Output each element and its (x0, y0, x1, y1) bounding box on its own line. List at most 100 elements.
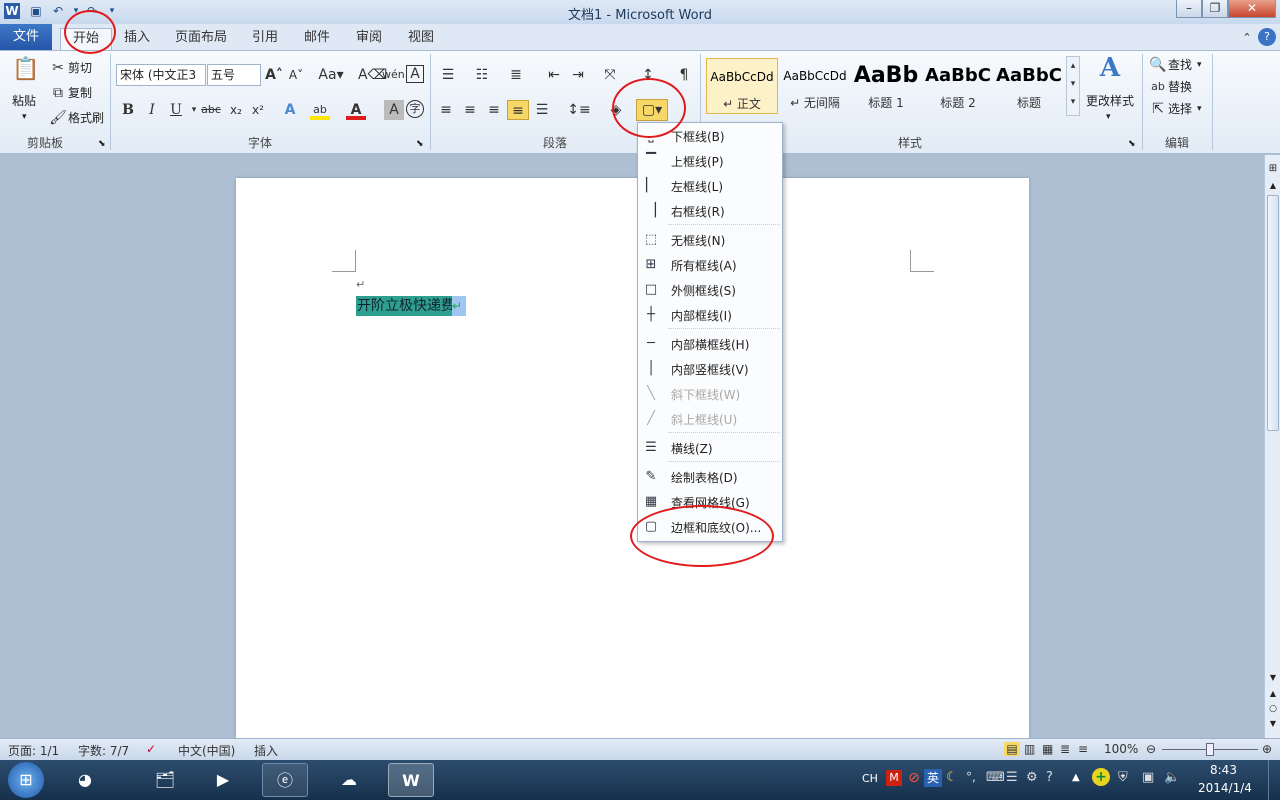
outline-icon[interactable]: ≣ (1060, 742, 1070, 756)
style-no-spacing[interactable]: AaBbCcDd ↵ 无间隔 (780, 58, 850, 114)
minimize-button[interactable]: – (1176, 0, 1202, 18)
half-width-icon[interactable]: ☾ (946, 770, 958, 785)
show-hidden-icons[interactable]: ▲ (1072, 772, 1080, 783)
align-left-icon[interactable]: ≡ (436, 100, 456, 120)
selected-text[interactable]: 开阶立极快递费 (356, 296, 456, 316)
ime-mode[interactable]: 英 (924, 769, 942, 787)
soft-keyboard-icon[interactable]: ⌨ (986, 770, 1005, 785)
menu-item-draw-table[interactable]: ✎ 绘制表格(D) (638, 465, 782, 489)
menu-item-horizontal-line[interactable]: ☰ 横线(Z) (638, 436, 782, 460)
grow-font-icon[interactable]: A˄ (264, 65, 284, 85)
text-effects-icon[interactable]: A (280, 100, 300, 120)
paste-icon[interactable]: 📋 (12, 59, 39, 90)
bullets-icon[interactable]: ☰ (438, 65, 458, 85)
tab-references[interactable]: 引用 (246, 28, 284, 50)
menu-item-inside-horizontal[interactable]: ─ 内部横框线(H) (638, 332, 782, 356)
style-heading-2[interactable]: AaBbC 标题 2 (924, 58, 992, 114)
start-button[interactable]: ⊞ (8, 762, 44, 798)
browse-object-icon[interactable]: ○ (1267, 704, 1279, 716)
style-title[interactable]: AaBbC 标题 (996, 58, 1062, 114)
file-explorer-icon[interactable]: 🗂 (142, 763, 188, 797)
ime-settings-icon[interactable]: ⚙ (1026, 770, 1038, 785)
help-icon[interactable]: ? (1258, 28, 1276, 46)
scroll-up-icon[interactable]: ▲ (1267, 181, 1279, 193)
close-button[interactable]: ✕ (1228, 0, 1276, 18)
cut-button[interactable]: 剪切 (68, 59, 92, 77)
lang-bar-ch[interactable]: CH (862, 772, 878, 785)
clear-formatting-icon[interactable]: A⌫ (358, 65, 387, 85)
shrink-font-icon[interactable]: A˅ (286, 65, 306, 85)
tab-mailings[interactable]: 邮件 (298, 28, 336, 50)
zoom-in-icon[interactable]: ⊕ (1262, 742, 1272, 756)
minimize-ribbon-icon[interactable]: ⌃ (1240, 28, 1254, 50)
ime-tools-icon[interactable]: ☰ (1006, 770, 1018, 785)
tab-view[interactable]: 视图 (402, 28, 440, 50)
replace-button[interactable]: 替换 (1168, 78, 1192, 96)
subscript-icon[interactable]: x₂ (226, 100, 246, 120)
reading-layout-icon[interactable]: ▥ (1024, 742, 1035, 756)
network-icon[interactable]: ▣ (1142, 770, 1154, 785)
color-app-icon[interactable]: ◕ (62, 763, 108, 797)
distributed-icon[interactable]: ☰ (532, 100, 552, 120)
align-center-icon[interactable]: ≡ (460, 100, 480, 120)
next-page-icon[interactable]: ▼ (1267, 719, 1279, 731)
menu-item-inside-borders[interactable]: ┼ 内部框线(I) (638, 303, 782, 327)
ime-help-icon[interactable]: ? (1046, 770, 1053, 785)
character-shading-icon[interactable]: A (384, 100, 404, 120)
cloud-app-icon[interactable]: ☁ (326, 763, 372, 797)
media-player-icon[interactable]: ▶ (200, 763, 246, 797)
language-indicator[interactable]: 中文(中国) (178, 742, 235, 759)
punctuation-icon[interactable]: °, (966, 770, 976, 784)
scroll-thumb[interactable] (1267, 195, 1279, 431)
style-normal[interactable]: AaBbCcDd ↵ 正文 (706, 58, 778, 114)
line-spacing-icon[interactable]: ↕≡ (566, 100, 592, 120)
increase-indent-icon[interactable]: ⇥ (568, 65, 588, 85)
italic-icon[interactable]: I (142, 100, 162, 120)
find-dropdown-icon[interactable]: ▾ (1197, 56, 1202, 74)
insert-mode[interactable]: 插入 (254, 742, 278, 759)
align-right-icon[interactable]: ≡ (484, 100, 504, 120)
change-case-icon[interactable]: Aa▾ (318, 65, 344, 85)
vertical-scrollbar[interactable]: ⊞ ▲ ▼ ▲ ○ ▼ (1264, 155, 1280, 738)
zoom-slider-thumb[interactable] (1206, 743, 1214, 756)
superscript-icon[interactable]: x² (248, 100, 268, 120)
copy-button[interactable]: 复制 (68, 84, 92, 102)
proofing-icon[interactable]: ✓ (146, 742, 156, 756)
chinese-layout-icon[interactable]: ⤧ (600, 65, 620, 85)
volume-icon[interactable]: 🔈 (1164, 770, 1180, 785)
font-color-icon[interactable]: A (346, 100, 366, 120)
underline-icon[interactable]: U (166, 100, 186, 120)
font-size-combo[interactable]: 五号 (207, 64, 261, 86)
ruler-toggle-icon[interactable]: ⊞ (1267, 163, 1279, 177)
tab-insert[interactable]: 插入 (118, 28, 156, 50)
character-border-icon[interactable]: A (406, 65, 424, 83)
select-button[interactable]: 选择 (1168, 100, 1192, 118)
word-taskbar-icon[interactable]: W (388, 763, 434, 797)
clock-date[interactable]: 2014/1/4 (1198, 781, 1252, 795)
ime-logo-icon[interactable]: M (886, 770, 902, 786)
menu-item-no-border[interactable]: ⬚ 无框线(N) (638, 228, 782, 252)
tab-file[interactable]: 文件 (0, 24, 52, 50)
bold-icon[interactable]: B (118, 100, 138, 120)
justify-icon[interactable]: ≡ (507, 100, 529, 120)
multilevel-list-icon[interactable]: ≣ (506, 65, 526, 85)
highlight-icon[interactable]: ab (310, 100, 330, 120)
zoom-level[interactable]: 100% (1104, 742, 1138, 756)
phonetic-guide-icon[interactable]: wén (382, 65, 405, 85)
web-layout-icon[interactable]: ▦ (1042, 742, 1053, 756)
maximize-button[interactable]: ❐ (1202, 0, 1228, 18)
change-styles-dropdown-icon[interactable]: ▾ (1106, 108, 1111, 126)
page-count[interactable]: 页面: 1/1 (8, 742, 59, 759)
tab-page-layout[interactable]: 页面布局 (170, 28, 232, 50)
clipboard-launcher-icon[interactable]: ⬊ (98, 135, 106, 153)
style-heading-1[interactable]: AaBb 标题 1 (852, 58, 920, 114)
enclose-characters-icon[interactable]: 字 (406, 100, 424, 118)
tray-shield-icon[interactable]: ⛨ (1118, 770, 1128, 785)
font-family-combo[interactable]: 宋体 (中文正3 (116, 64, 206, 86)
print-layout-icon[interactable]: ▤ (1004, 742, 1020, 756)
menu-item-inside-vertical[interactable]: │ 内部竖框线(V) (638, 357, 782, 381)
strikethrough-icon[interactable]: abc (200, 100, 222, 120)
browser-icon[interactable]: ⓔ (262, 763, 308, 797)
show-desktop-button[interactable] (1268, 760, 1280, 800)
menu-item-left-border[interactable]: ▏ 左框线(L) (638, 174, 782, 198)
